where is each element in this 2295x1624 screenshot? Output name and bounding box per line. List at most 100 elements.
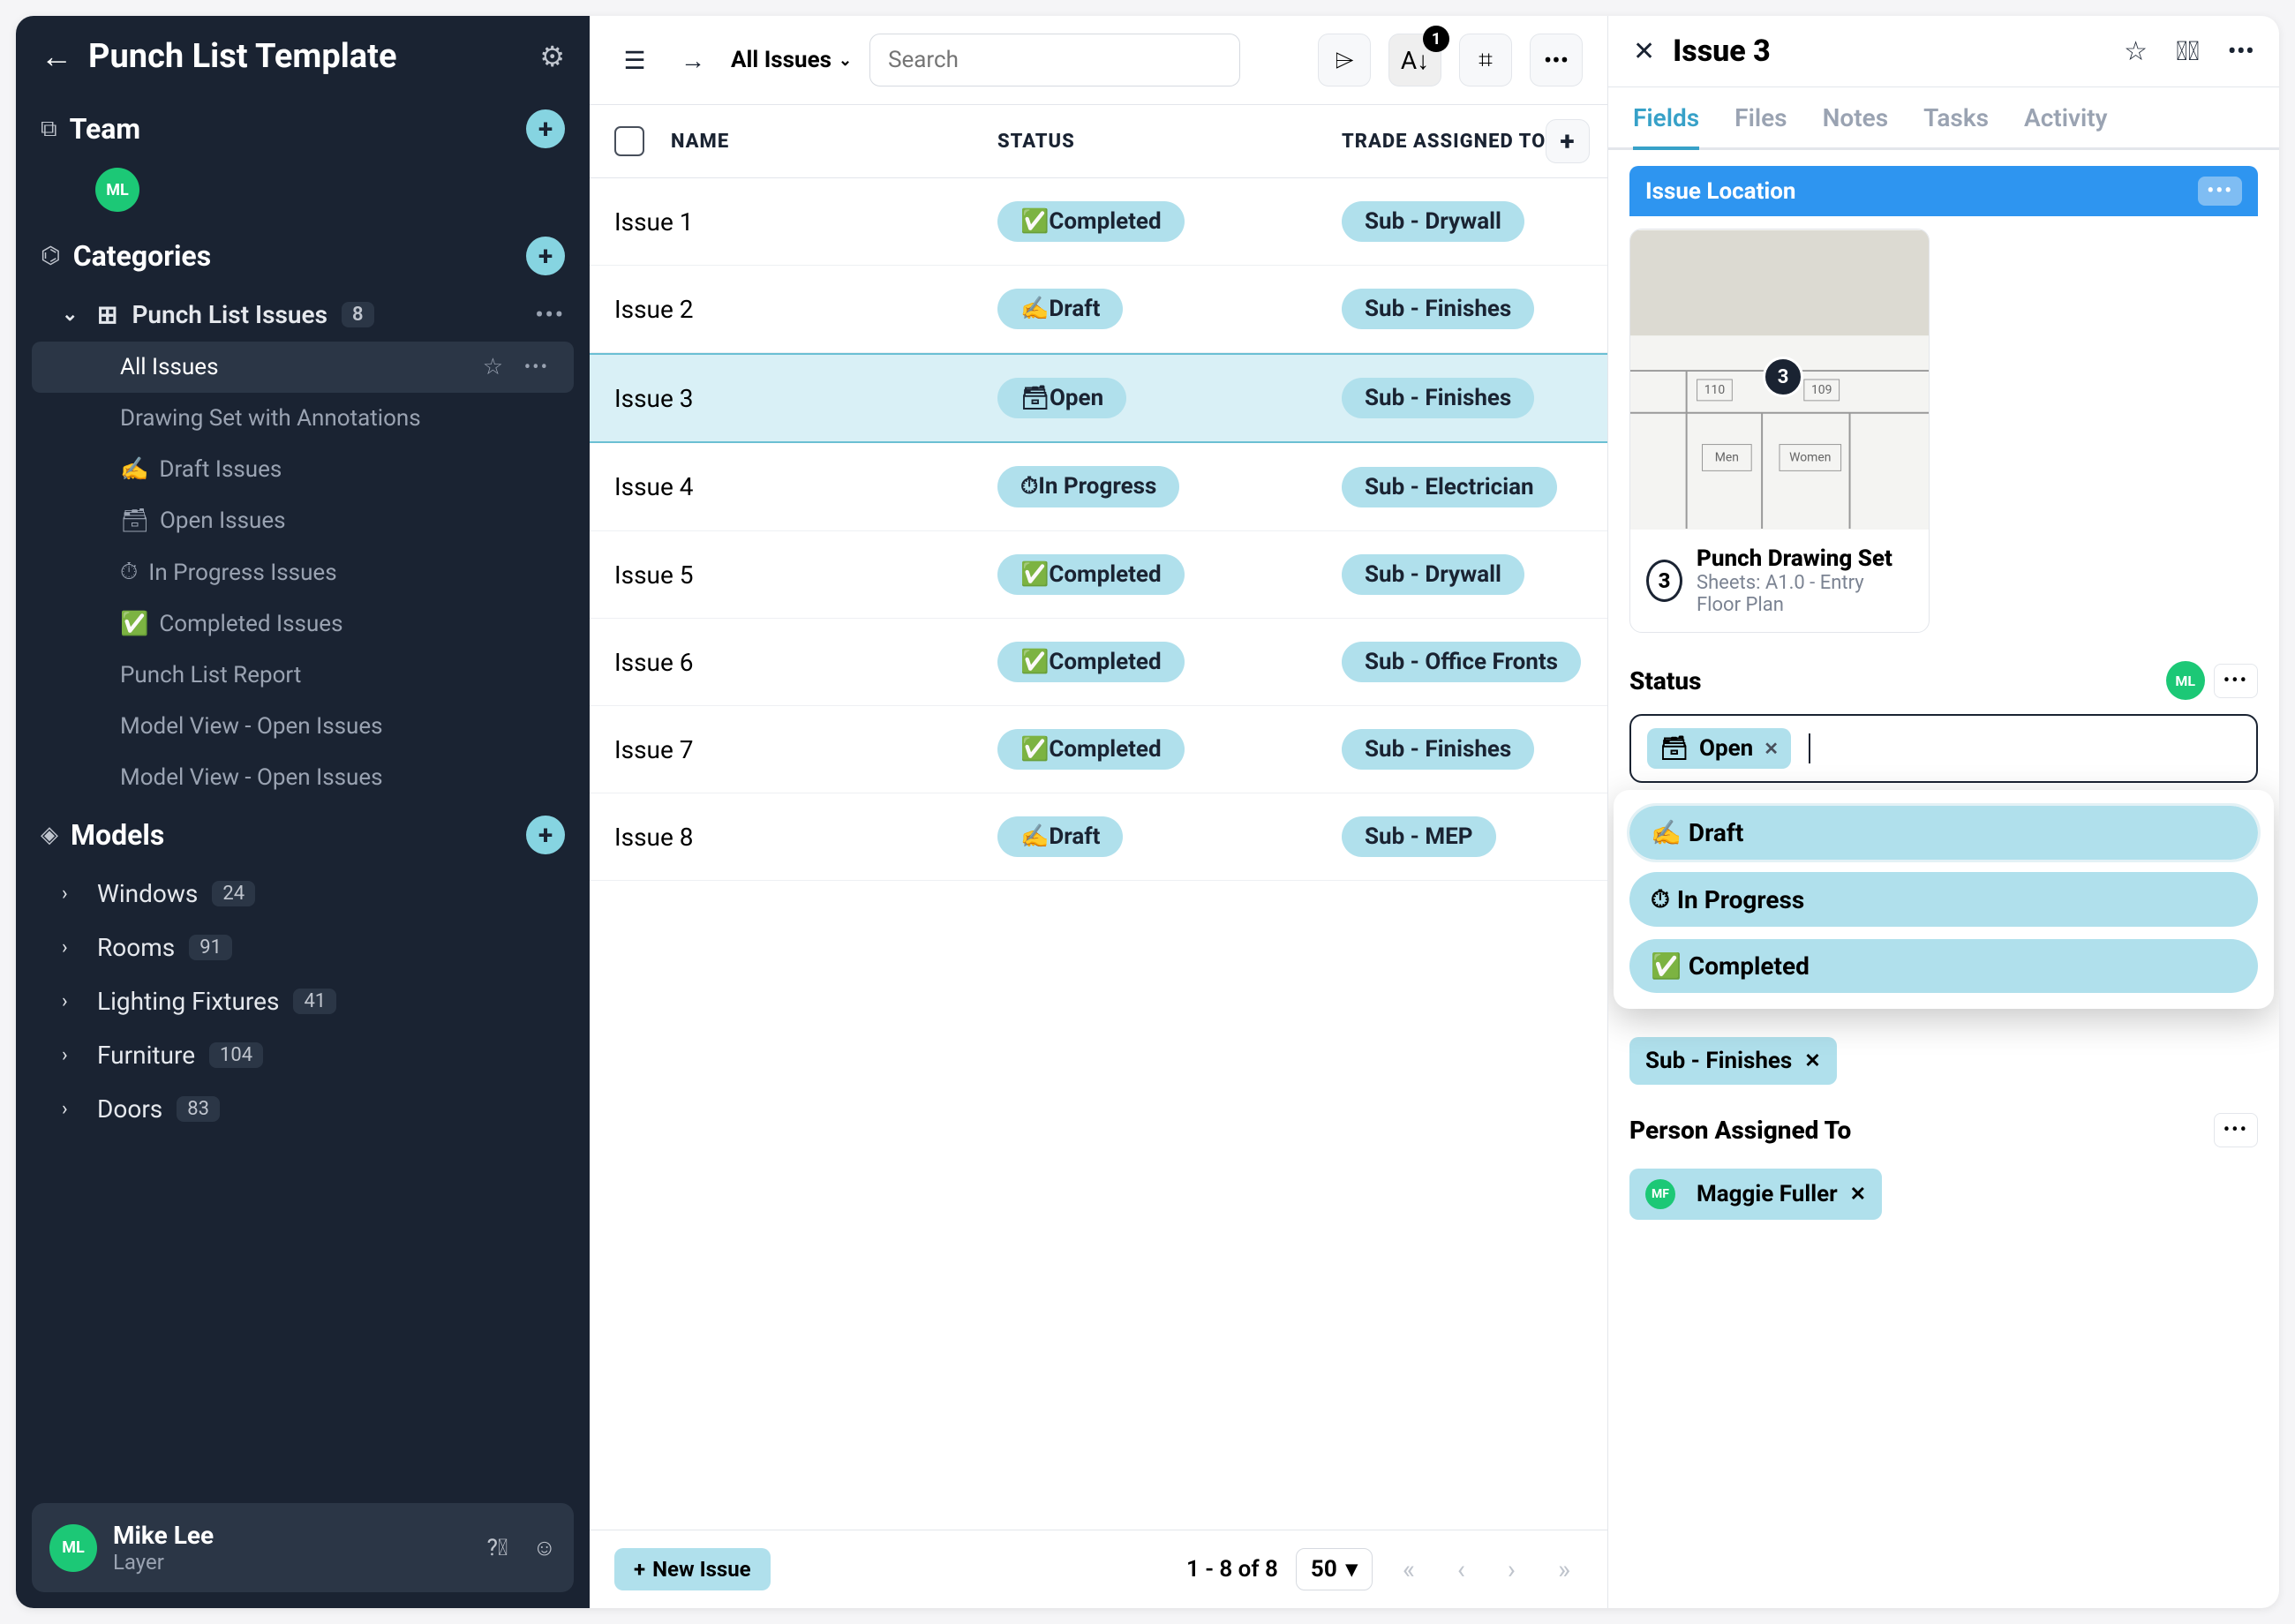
sort-button[interactable]: A↓1 [1388,34,1441,86]
tab-fields[interactable]: Fields [1633,87,1699,150]
add-team-button[interactable]: + [526,109,565,148]
field-more-icon[interactable]: ••• [2214,664,2258,698]
trade-pill[interactable]: Sub - Electrician [1342,467,1557,508]
model-label: Lighting Fixtures [97,987,279,1016]
sidebar-item[interactable]: Drawing Set with Annotations [16,393,590,444]
avatar[interactable]: ML [95,168,139,212]
status-pill[interactable]: ✅Completed [997,729,1185,770]
model-item[interactable]: ›Rooms91 [16,921,590,974]
help-icon[interactable]: ?⃝ [487,1535,508,1561]
gear-icon[interactable]: ⚙ [539,40,565,73]
col-name[interactable]: NAME [671,131,997,153]
remove-chip-icon[interactable]: ✕ [1764,738,1779,759]
trade-pill[interactable]: Sub - Drywall [1342,554,1524,595]
model-item[interactable]: ›Windows24 [16,867,590,921]
new-issue-button[interactable]: + New Issue [614,1548,771,1590]
tab-notes[interactable]: Notes [1823,87,1889,147]
status-option[interactable]: ⏱In Progress [1629,872,2258,927]
table-row[interactable]: Issue 2✍️DraftSub - Finishes [590,266,1607,353]
location-card[interactable]: 110 109 Men Women 3 3 Punch Drawing Set … [1629,229,1930,633]
sidebar-item[interactable]: ⏱ In Progress Issues [16,546,590,598]
page-size-select[interactable]: 50 ▾ [1296,1548,1373,1590]
tab-tasks[interactable]: Tasks [1923,87,1989,147]
close-icon[interactable]: ✕ [1633,36,1655,67]
table-row[interactable]: Issue 3🗃OpenSub - Finishes [590,353,1607,443]
back-icon[interactable]: ← [41,38,72,75]
filter-button[interactable]: ⌲ [1318,34,1371,86]
more-icon[interactable]: ••• [524,357,549,379]
add-category-button[interactable]: + [526,237,565,275]
page-last-icon[interactable]: » [1546,1554,1583,1585]
category-more-icon[interactable]: ••• [535,302,565,328]
status-pill[interactable]: 🗃Open [997,378,1126,418]
add-model-button[interactable]: + [526,816,565,854]
status-pill[interactable]: ✅Completed [997,201,1185,242]
location-more-icon[interactable]: ••• [2198,177,2242,206]
status-chip[interactable]: 🗃Open ✕ [1647,728,1791,769]
avatar[interactable]: ML [2166,661,2205,700]
sidebar-item[interactable]: All Issues☆••• [32,342,574,393]
page-next-icon[interactable]: › [1495,1554,1528,1585]
search-input[interactable] [869,34,1240,86]
sidebar-item[interactable]: Punch List Report [16,650,590,701]
status-input[interactable]: 🗃Open ✕ [1629,714,2258,783]
sidebar-item[interactable]: ✍️ Draft Issues [16,444,590,495]
status-pill[interactable]: ✍️Draft [997,816,1123,857]
sidebar-item[interactable]: 🗃 Open Issues [16,495,590,546]
star-icon[interactable]: ☆ [483,354,503,380]
status-option[interactable]: ✅Completed [1629,939,2258,993]
detail-panel: ✕ Issue 3 ☆ ✔⃝ ••• Fields Files Notes Ta… [1608,16,2279,1608]
category-punch-list[interactable]: ⌄ ⊞ Punch List Issues 8 ••• [16,288,590,342]
table-header: NAME STATUS TRADE ASSIGNED TO + [590,105,1607,178]
trade-pill[interactable]: Sub - Finishes [1342,378,1534,418]
status-field: Status ML ••• 🗃Open ✕ ✍️Draft⏱In Progres… [1629,661,2258,783]
breadcrumb[interactable]: All Issues ⌄ [731,47,852,73]
row-status: ✅Completed [997,201,1342,242]
group-button[interactable]: ⌗ [1459,34,1512,86]
remove-chip-icon[interactable]: ✕ [1850,1184,1866,1206]
status-pill[interactable]: ✅Completed [997,642,1185,682]
status-pill[interactable]: ✍️Draft [997,289,1123,329]
select-all-checkbox[interactable] [614,126,644,156]
remove-chip-icon[interactable]: ✕ [1804,1050,1820,1072]
trade-pill[interactable]: Sub - MEP [1342,816,1496,857]
trade-pill[interactable]: Sub - Finishes [1342,729,1534,770]
add-column-button[interactable]: + [1546,119,1590,163]
model-item[interactable]: ›Doors83 [16,1082,590,1136]
trade-pill[interactable]: Sub - Office Fronts [1342,642,1581,682]
more-icon[interactable]: ••• [1530,34,1583,86]
item-label: Drawing Set with Annotations [120,405,421,432]
tab-activity[interactable]: Activity [2024,87,2108,147]
profile-icon[interactable]: ☺ [532,1534,556,1561]
menu-icon[interactable]: ☰ [614,40,655,80]
status-pill[interactable]: ⏱In Progress [997,466,1179,508]
table-row[interactable]: Issue 4⏱In ProgressSub - Electrician [590,443,1607,531]
page-first-icon[interactable]: « [1390,1554,1427,1585]
star-icon[interactable]: ☆ [2124,36,2148,67]
page-prev-icon[interactable]: ‹ [1445,1554,1478,1585]
trade-pill[interactable]: Sub - Drywall [1342,201,1524,242]
sidebar-item[interactable]: Model View - Open Issues [16,752,590,803]
col-status[interactable]: STATUS [997,131,1342,153]
status-option[interactable]: ✍️Draft [1629,806,2258,860]
model-item[interactable]: ›Furniture104 [16,1028,590,1082]
tab-files[interactable]: Files [1734,87,1787,147]
detail-tabs: Fields Files Notes Tasks Activity [1608,87,2279,150]
user-card[interactable]: ML Mike Lee Layer ?⃝ ☺ [32,1503,574,1592]
person-chip[interactable]: MF Maggie Fuller ✕ [1629,1169,1882,1220]
table-row[interactable]: Issue 1✅CompletedSub - Drywall [590,178,1607,266]
table-row[interactable]: Issue 7✅CompletedSub - Finishes [590,706,1607,793]
field-more-icon[interactable]: ••• [2214,1113,2258,1147]
table-row[interactable]: Issue 6✅CompletedSub - Office Fronts [590,619,1607,706]
trade-chip[interactable]: Sub - Finishes ✕ [1629,1037,1837,1085]
check-circle-icon[interactable]: ✔⃝ [2176,36,2200,67]
model-item[interactable]: ›Lighting Fixtures41 [16,974,590,1028]
forward-icon[interactable]: → [673,40,713,80]
table-row[interactable]: Issue 5✅CompletedSub - Drywall [590,531,1607,619]
trade-pill[interactable]: Sub - Finishes [1342,289,1534,329]
sidebar-item[interactable]: ✅ Completed Issues [16,598,590,650]
status-pill[interactable]: ✅Completed [997,554,1185,595]
table-row[interactable]: Issue 8✍️DraftSub - MEP [590,793,1607,881]
sidebar-item[interactable]: Model View - Open Issues [16,701,590,752]
more-icon[interactable]: ••• [2228,36,2254,67]
